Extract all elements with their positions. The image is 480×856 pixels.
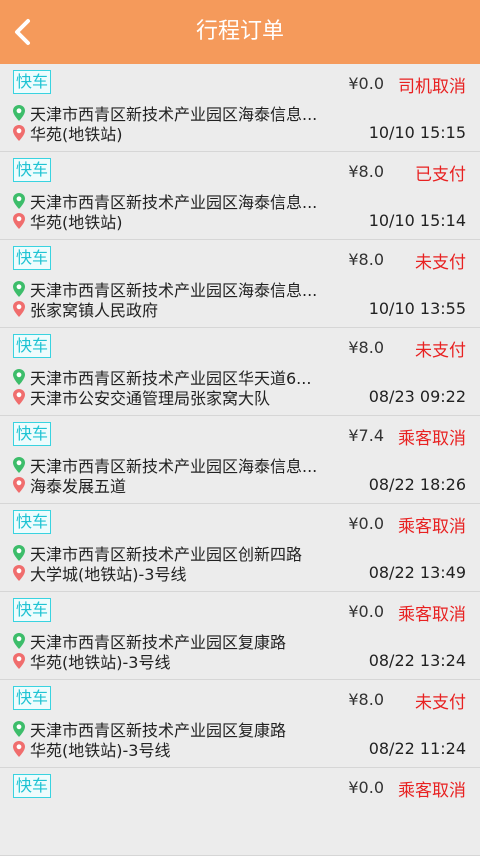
order-price: ¥0.0	[348, 514, 384, 533]
order-price: ¥8.0	[348, 162, 384, 181]
order-price: ¥8.0	[348, 250, 384, 269]
order-item[interactable]: 快车 ¥8.0 未支付 天津市西青区新技术产业园区华天道6... 天津市公安交通…	[0, 328, 480, 416]
order-type-tag: 快车	[13, 70, 52, 94]
origin-pin-icon	[13, 457, 25, 473]
order-list[interactable]: 快车 ¥0.0 司机取消 天津市西青区新技术产业园区海泰信息... 华苑(地铁站…	[0, 64, 480, 856]
destination-pin-icon	[13, 741, 25, 757]
destination-row: 华苑(地铁站)	[12, 122, 123, 144]
origin-pin-icon	[13, 193, 25, 209]
order-time: 08/22 11:24	[368, 739, 466, 758]
order-status: 司机取消	[398, 77, 466, 97]
destination-pin-icon	[13, 213, 25, 229]
destination-row: 张家窝镇人民政府	[12, 298, 158, 320]
origin-pin-icon	[13, 105, 25, 121]
destination-pin-icon	[13, 653, 25, 669]
destination-pin-icon	[13, 565, 25, 581]
origin-pin-icon	[13, 281, 25, 297]
destination-row: 大学城(地铁站)-3号线	[12, 562, 186, 584]
order-price: ¥0.0	[348, 602, 384, 621]
destination-pin-icon	[13, 301, 25, 317]
destination-address: 华苑(地铁站)-3号线	[30, 653, 171, 672]
order-status: 乘客取消	[398, 429, 466, 449]
order-time: 10/10 15:14	[368, 211, 466, 230]
order-item[interactable]: 快车 ¥8.0 未支付 天津市西青区新技术产业园区复康路 华苑(地铁站)-3号线…	[0, 680, 480, 768]
destination-pin-icon	[13, 125, 25, 141]
destination-pin-icon	[13, 477, 25, 493]
order-price: ¥8.0	[348, 690, 384, 709]
order-status: 乘客取消	[398, 517, 466, 537]
order-time: 08/22 18:26	[368, 475, 466, 494]
order-time: 10/10 15:15	[368, 123, 466, 142]
destination-row: 天津市公安交通管理局张家窝大队	[12, 386, 270, 408]
destination-address: 华苑(地铁站)-3号线	[30, 741, 171, 760]
order-time: 08/22 13:24	[368, 651, 466, 670]
order-time: 10/10 13:55	[368, 299, 466, 318]
destination-address: 海泰发展五道	[30, 477, 127, 496]
order-type-tag: 快车	[13, 334, 52, 358]
destination-address: 华苑(地铁站)	[30, 125, 123, 144]
destination-address: 张家窝镇人民政府	[30, 301, 159, 320]
order-status: 乘客取消	[398, 605, 466, 625]
order-status: 未支付	[415, 341, 466, 361]
order-type-tag: 快车	[13, 422, 52, 446]
order-status: 未支付	[415, 253, 466, 273]
order-status: 未支付	[415, 693, 466, 713]
order-item[interactable]: 快车 ¥7.4 乘客取消 天津市西青区新技术产业园区海泰信息... 海泰发展五道…	[0, 416, 480, 504]
destination-address: 大学城(地铁站)-3号线	[30, 565, 187, 584]
order-item[interactable]: 快车 ¥8.0 已支付 天津市西青区新技术产业园区海泰信息... 华苑(地铁站)…	[0, 152, 480, 240]
order-item[interactable]: 快车 ¥0.0 乘客取消	[0, 768, 480, 856]
destination-address: 天津市公安交通管理局张家窝大队	[30, 389, 271, 408]
origin-pin-icon	[13, 545, 25, 561]
destination-row: 华苑(地铁站)-3号线	[12, 738, 170, 760]
order-price: ¥0.0	[348, 74, 384, 93]
order-type-tag: 快车	[13, 686, 52, 710]
order-type-tag: 快车	[13, 774, 52, 798]
origin-pin-icon	[13, 721, 25, 737]
header-bar: 行程订单	[0, 0, 480, 64]
order-item[interactable]: 快车 ¥8.0 未支付 天津市西青区新技术产业园区海泰信息... 张家窝镇人民政…	[0, 240, 480, 328]
order-status: 已支付	[415, 165, 466, 185]
order-status: 乘客取消	[398, 781, 466, 801]
order-price: ¥7.4	[348, 426, 384, 445]
order-price: ¥8.0	[348, 338, 384, 357]
destination-row: 华苑(地铁站)	[12, 210, 123, 232]
destination-address: 华苑(地铁站)	[30, 213, 123, 232]
order-time: 08/22 13:49	[368, 563, 466, 582]
order-type-tag: 快车	[13, 598, 52, 622]
page-title: 行程订单	[195, 19, 284, 44]
order-item[interactable]: 快车 ¥0.0 乘客取消 天津市西青区新技术产业园区创新四路 大学城(地铁站)-…	[0, 504, 480, 592]
order-type-tag: 快车	[13, 158, 52, 182]
origin-pin-icon	[13, 369, 25, 385]
destination-row: 华苑(地铁站)-3号线	[12, 650, 170, 672]
order-time: 08/23 09:22	[368, 387, 466, 406]
destination-row: 海泰发展五道	[12, 474, 126, 496]
order-type-tag: 快车	[13, 246, 52, 270]
order-type-tag: 快车	[13, 510, 52, 534]
order-item[interactable]: 快车 ¥0.0 司机取消 天津市西青区新技术产业园区海泰信息... 华苑(地铁站…	[0, 64, 480, 152]
order-price: ¥0.0	[348, 778, 384, 797]
order-item[interactable]: 快车 ¥0.0 乘客取消 天津市西青区新技术产业园区复康路 华苑(地铁站)-3号…	[0, 592, 480, 680]
origin-pin-icon	[13, 633, 25, 649]
destination-pin-icon	[13, 389, 25, 405]
